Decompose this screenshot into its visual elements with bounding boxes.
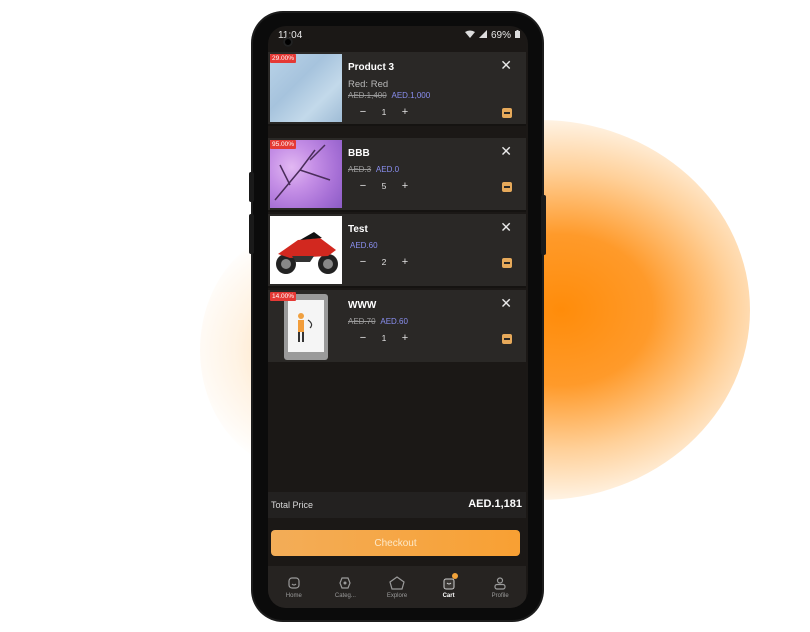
quantity-value: 2 (381, 257, 387, 267)
quantity-value: 1 (381, 333, 387, 343)
delete-icon[interactable] (502, 334, 512, 344)
remove-item-icon[interactable]: ✕ (500, 219, 512, 236)
nav-home[interactable]: Home (269, 576, 319, 599)
quantity-stepper: − 1 + (356, 106, 412, 118)
discount-badge: 29.00% (270, 54, 297, 63)
total-price-bar: Total Price AED.1,181 (268, 492, 526, 518)
nav-profile-label: Profile (491, 592, 509, 599)
remove-item-icon[interactable]: ✕ (500, 143, 512, 160)
front-camera (283, 37, 293, 47)
discount-badge: 95.00% (270, 140, 297, 149)
quantity-stepper: − 5 + (356, 180, 412, 192)
nav-categories-label: Categ... (334, 592, 356, 599)
profile-icon (475, 576, 525, 590)
product-title: Product 3 (348, 62, 395, 73)
nav-categories[interactable]: Categ... (320, 576, 370, 599)
price-row: AED.1,400 AED.1,000 (348, 91, 430, 100)
quantity-stepper: − 2 + (356, 256, 412, 268)
quantity-value: 5 (381, 181, 387, 191)
price-row: AED.60 (350, 241, 378, 250)
increase-quantity-button[interactable]: + (398, 180, 412, 192)
product-image: 29.00% (270, 54, 342, 122)
sale-price: AED.0 (375, 165, 400, 174)
increase-quantity-button[interactable]: + (398, 332, 412, 344)
price-row: AED.70 AED.60 (348, 317, 408, 326)
categories-icon (320, 576, 370, 590)
product-image: 95.00% (270, 140, 342, 208)
decrease-quantity-button[interactable]: − (356, 180, 370, 192)
sale-price: AED.1,000 (391, 91, 431, 100)
increase-quantity-button[interactable]: + (398, 256, 412, 268)
phone-illustration (284, 294, 328, 360)
product-image: 14.00% (270, 292, 342, 360)
status-bar: 11:04 69% (268, 26, 528, 46)
signal-icon (478, 30, 487, 41)
sale-price: AED.60 (380, 317, 408, 326)
cart-item: 95.00% BBB AED.3 AED.0 − 5 + ✕ (268, 138, 526, 212)
checkout-button[interactable]: Checkout (271, 530, 520, 556)
price-row: AED.3 AED.0 (348, 165, 399, 174)
home-icon (269, 576, 319, 590)
delete-icon[interactable] (502, 182, 512, 192)
battery-level: 69% (490, 30, 511, 41)
product-variant: Red: Red (348, 79, 389, 90)
volume-down-button (249, 214, 254, 254)
product-title: Test (348, 224, 368, 235)
battery-icon (515, 30, 520, 41)
wifi-icon (464, 30, 475, 41)
product-title: BBB (348, 148, 370, 159)
app-screen: 11:04 69% 29.00% Product 3 Red: Red AED.… (268, 26, 528, 608)
cart-item: Test AED.60 − 2 + ✕ (268, 214, 526, 288)
cart-empty-space (268, 362, 526, 492)
nav-explore[interactable]: Explore (372, 575, 422, 599)
nav-profile[interactable]: Profile (475, 576, 525, 599)
decrease-quantity-button[interactable]: − (356, 332, 370, 344)
nav-explore-label: Explore (386, 592, 408, 599)
motorcycle-image (276, 232, 338, 274)
cart-badge-dot (451, 572, 458, 579)
product-title: WWW (348, 300, 377, 311)
original-price: AED.3 (348, 165, 372, 174)
delete-icon[interactable] (502, 258, 512, 268)
cart-icon (424, 576, 474, 590)
increase-quantity-button[interactable]: + (398, 106, 412, 118)
quantity-stepper: − 1 + (356, 332, 412, 344)
original-price: AED.70 (348, 317, 376, 326)
cart-item: 14.00% WWW AED.70 AED.60 − 1 + ✕ (268, 290, 526, 364)
nav-cart-label: Cart (442, 592, 455, 599)
blossom-branches (274, 144, 331, 201)
nav-cart[interactable]: Cart (424, 572, 474, 599)
decrease-quantity-button[interactable]: − (356, 106, 370, 118)
explore-icon (372, 575, 422, 590)
remove-item-icon[interactable]: ✕ (500, 295, 512, 312)
bottom-nav: Home Categ... Explore Cart Profile (268, 566, 526, 608)
total-price-amount: AED.1,181 (468, 498, 522, 510)
volume-up-button (249, 172, 254, 202)
total-price-label: Total Price (271, 500, 314, 510)
delete-icon[interactable] (502, 108, 512, 118)
original-price: AED.1,400 (348, 91, 387, 100)
status-icons: 69% (464, 30, 520, 41)
cart-item: 29.00% Product 3 Red: Red AED.1,400 AED.… (268, 52, 526, 126)
product-image (270, 216, 342, 284)
nav-home-label: Home (285, 592, 302, 599)
discount-badge: 14.00% (270, 292, 297, 301)
power-button (541, 195, 546, 255)
sale-price: AED.60 (350, 241, 378, 250)
quantity-value: 1 (381, 107, 387, 117)
decrease-quantity-button[interactable]: − (356, 256, 370, 268)
remove-item-icon[interactable]: ✕ (500, 57, 512, 74)
